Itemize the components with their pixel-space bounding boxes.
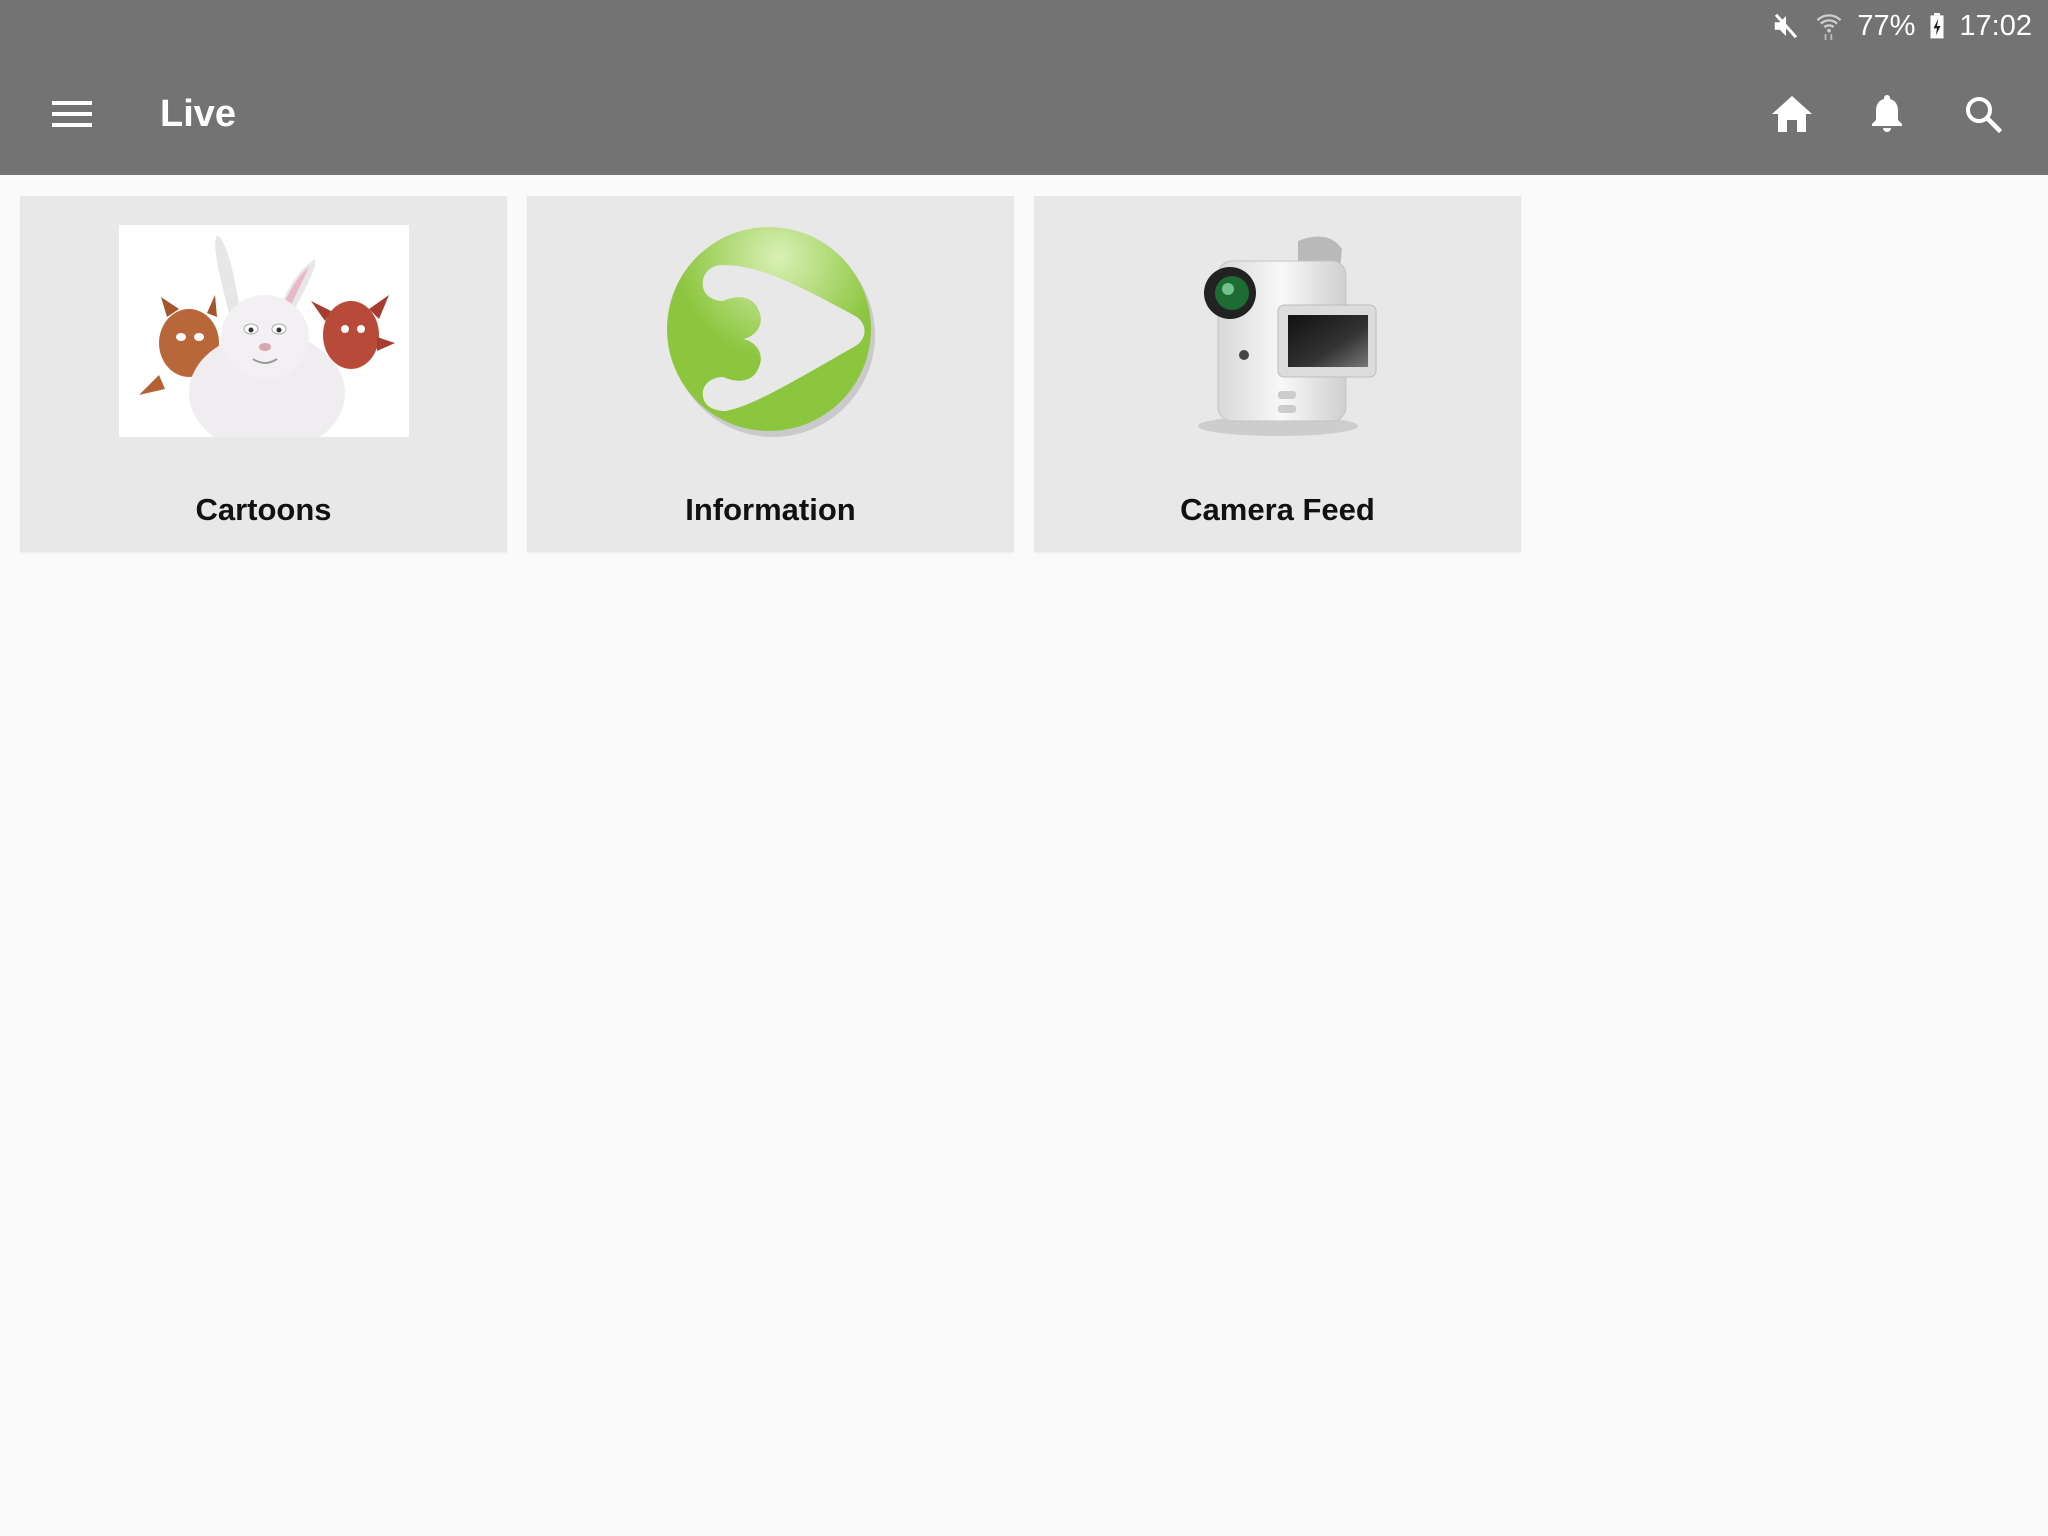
category-label: Information [685,492,856,527]
home-button[interactable] [1762,86,1822,146]
app-bar: 77% 17:02 Live [0,0,2048,175]
wifi-icon [1815,11,1843,41]
mute-icon [1771,11,1801,41]
status-bar: 77% 17:02 [1771,6,2032,46]
notifications-button[interactable] [1857,86,1917,146]
category-card-camera-feed[interactable]: Camera Feed [1034,196,1521,552]
hamburger-menu-icon [52,99,92,134]
search-button[interactable] [1953,86,2013,146]
page-title: Live [160,93,237,135]
clock: 17:02 [1959,9,2032,42]
toolbar: Live [0,60,2048,170]
home-icon [1771,95,1813,138]
camcorder-icon [1133,224,1423,438]
bell-icon [1870,93,1904,140]
battery-percent: 77% [1857,9,1916,42]
search-icon [1964,95,2003,138]
menu-button[interactable] [40,90,104,142]
category-label: Cartoons [195,492,332,527]
green-play-logo [626,224,916,438]
category-label: Camera Feed [1180,492,1375,527]
cartoon-characters-thumbnail [118,224,409,453]
category-grid: Cartoons Information Camera Feed [20,196,1521,552]
category-card-information[interactable]: Information [527,196,1014,552]
category-card-cartoons[interactable]: Cartoons [20,196,507,552]
battery-charging-icon [1929,13,1945,39]
